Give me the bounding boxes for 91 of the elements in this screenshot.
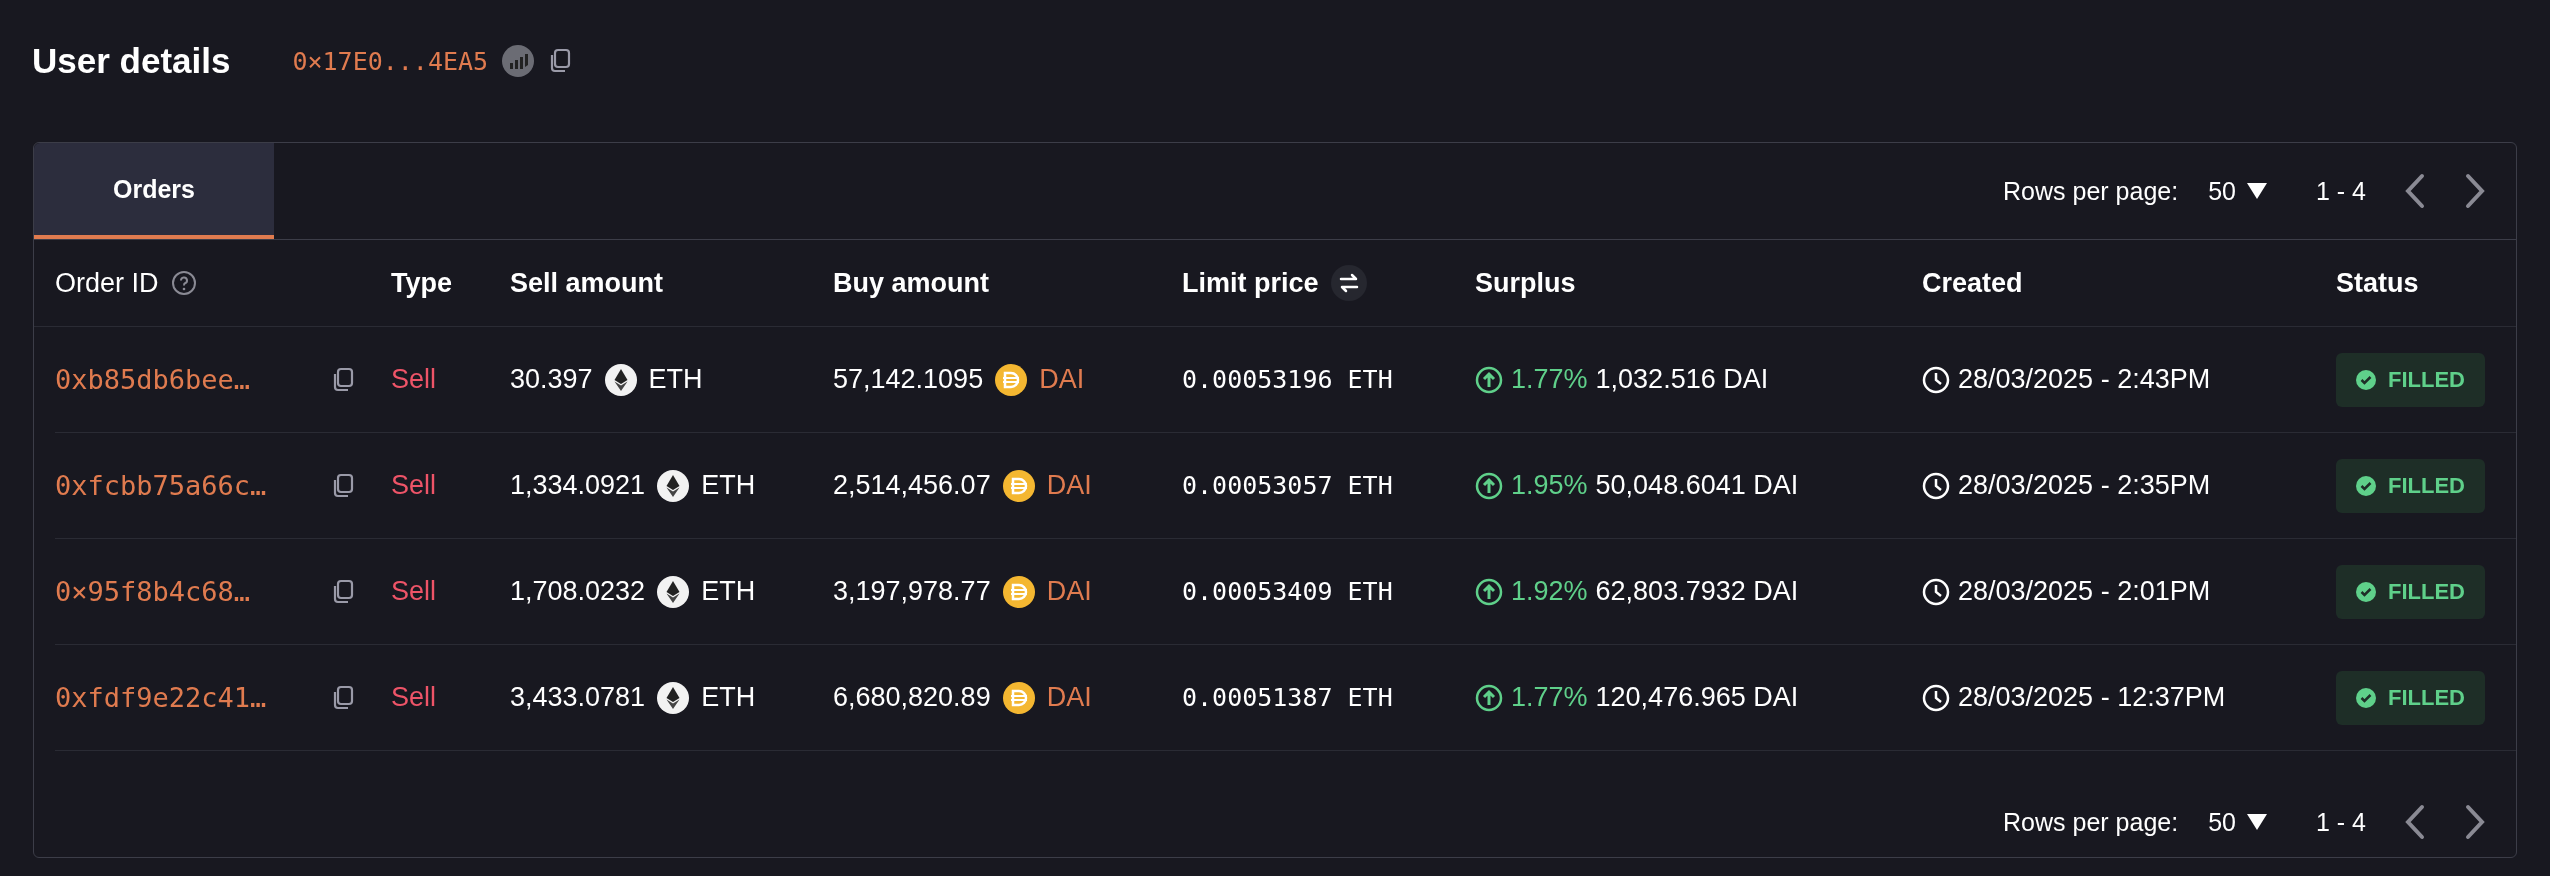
buy-amount: 6,680,820.89 bbox=[833, 682, 991, 713]
limit-price: 0.00053196 ETH bbox=[1182, 365, 1393, 394]
order-type: Sell bbox=[391, 364, 437, 395]
copy-icon[interactable] bbox=[331, 684, 355, 711]
rows-per-page-label: Rows per page: bbox=[2003, 807, 2179, 837]
surplus-amount: 1,032.516 DAI bbox=[1595, 364, 1769, 395]
order-type: Sell bbox=[391, 682, 437, 713]
column-header: Buy amount bbox=[833, 267, 989, 299]
copy-icon[interactable] bbox=[548, 48, 573, 74]
dai-coin-icon bbox=[1002, 575, 1035, 608]
status-badge: FILLED bbox=[2336, 564, 2485, 619]
tab[interactable]: Orders bbox=[34, 143, 274, 239]
dai-coin-icon bbox=[1002, 681, 1035, 714]
next-page-icon[interactable] bbox=[2464, 804, 2486, 840]
token-link[interactable]: DAI bbox=[1046, 682, 1092, 713]
swap-icon[interactable] bbox=[1330, 265, 1367, 301]
column-header: Created bbox=[1922, 267, 2023, 299]
ethereum-icon bbox=[657, 575, 690, 608]
column-header: Sell amount bbox=[510, 267, 664, 299]
sell-amount: 3,433.0781 bbox=[510, 682, 646, 713]
order-id-link[interactable]: 0×95f8b4c68… bbox=[55, 576, 251, 607]
limit-price: 0.00051387 ETH bbox=[1182, 683, 1393, 712]
explorer-icon[interactable] bbox=[502, 45, 535, 77]
limit-price: 0.00053057 ETH bbox=[1182, 471, 1393, 500]
column-header: Status bbox=[2336, 267, 2419, 299]
created-date: 28/03/2025 - 2:01PM bbox=[1958, 576, 2211, 607]
token-symbol: ETH bbox=[648, 364, 703, 395]
dai-coin-icon bbox=[1002, 469, 1035, 502]
token-symbol: ETH bbox=[701, 576, 756, 607]
arrow-up-circle-icon bbox=[1475, 471, 1503, 500]
order-id-link[interactable]: 0xfdf9e22c41… bbox=[55, 682, 267, 713]
arrow-up-circle-icon bbox=[1475, 577, 1503, 606]
copy-icon[interactable] bbox=[331, 472, 355, 499]
limit-price: 0.00053409 ETH bbox=[1182, 577, 1393, 606]
dropdown-triangle-icon[interactable] bbox=[2245, 182, 2268, 200]
order-id-link[interactable]: 0xfcbb75a66c… bbox=[55, 470, 267, 501]
ethereum-icon bbox=[657, 681, 690, 714]
column-header: Type bbox=[391, 267, 452, 299]
token-symbol: ETH bbox=[701, 470, 756, 501]
clock-icon bbox=[1922, 365, 1950, 394]
token-link[interactable]: DAI bbox=[1039, 364, 1085, 395]
next-page-icon[interactable] bbox=[2464, 173, 2486, 209]
surplus-percent: 1.77% bbox=[1511, 682, 1588, 713]
rows-per-page-label: Rows per page: bbox=[2003, 176, 2179, 206]
status-badge: FILLED bbox=[2336, 352, 2485, 407]
page-title: User details bbox=[32, 41, 231, 81]
token-link[interactable]: DAI bbox=[1046, 576, 1092, 607]
order-type: Sell bbox=[391, 470, 437, 501]
status-badge: FILLED bbox=[2336, 670, 2485, 725]
sell-amount: 30.397 bbox=[510, 364, 593, 395]
ethereum-icon bbox=[657, 469, 690, 502]
copy-icon[interactable] bbox=[331, 578, 355, 605]
surplus-amount: 120,476.965 DAI bbox=[1595, 682, 1799, 713]
column-header: Surplus bbox=[1475, 267, 1576, 299]
created-date: 28/03/2025 - 2:43PM bbox=[1958, 364, 2211, 395]
arrow-up-circle-icon bbox=[1475, 365, 1503, 394]
status-badge: FILLED bbox=[2336, 458, 2485, 513]
buy-amount: 57,142.1095 bbox=[833, 364, 984, 395]
page-range: 1 - 4 bbox=[2315, 807, 2366, 837]
copy-icon[interactable] bbox=[331, 366, 355, 393]
rows-per-page-select[interactable]: 50 bbox=[2208, 807, 2236, 837]
token-symbol: ETH bbox=[701, 682, 756, 713]
wallet-address-link[interactable]: 0×17E0...4EA5 bbox=[292, 46, 489, 76]
arrow-up-circle-icon bbox=[1475, 683, 1503, 712]
order-type: Sell bbox=[391, 576, 437, 607]
surplus-percent: 1.92% bbox=[1511, 576, 1588, 607]
created-date: 28/03/2025 - 2:35PM bbox=[1958, 470, 2211, 501]
clock-icon bbox=[1922, 471, 1950, 500]
buy-amount: 2,514,456.07 bbox=[833, 470, 991, 501]
column-header: Order ID bbox=[55, 267, 159, 299]
clock-icon bbox=[1922, 577, 1950, 606]
buy-amount: 3,197,978.77 bbox=[833, 576, 991, 607]
surplus-amount: 62,803.7932 DAI bbox=[1595, 576, 1799, 607]
surplus-amount: 50,048.6041 DAI bbox=[1595, 470, 1799, 501]
created-date: 28/03/2025 - 12:37PM bbox=[1958, 682, 2226, 713]
previous-page-icon[interactable] bbox=[2404, 173, 2426, 209]
ethereum-icon bbox=[604, 363, 637, 396]
sell-amount: 1,334.0921 bbox=[510, 470, 646, 501]
previous-page-icon[interactable] bbox=[2404, 804, 2426, 840]
token-link[interactable]: DAI bbox=[1046, 470, 1092, 501]
rows-per-page-select[interactable]: 50 bbox=[2208, 176, 2236, 206]
dai-coin-icon bbox=[995, 363, 1028, 396]
clock-icon bbox=[1922, 683, 1950, 712]
surplus-percent: 1.77% bbox=[1511, 364, 1588, 395]
surplus-percent: 1.95% bbox=[1511, 470, 1588, 501]
sell-amount: 1,708.0232 bbox=[510, 576, 646, 607]
help-icon[interactable] bbox=[170, 270, 197, 296]
order-id-link[interactable]: 0xb85db6bee… bbox=[55, 364, 251, 395]
page-range: 1 - 4 bbox=[2315, 176, 2366, 206]
column-header: Limit price bbox=[1182, 267, 1319, 299]
dropdown-triangle-icon[interactable] bbox=[2245, 813, 2268, 831]
